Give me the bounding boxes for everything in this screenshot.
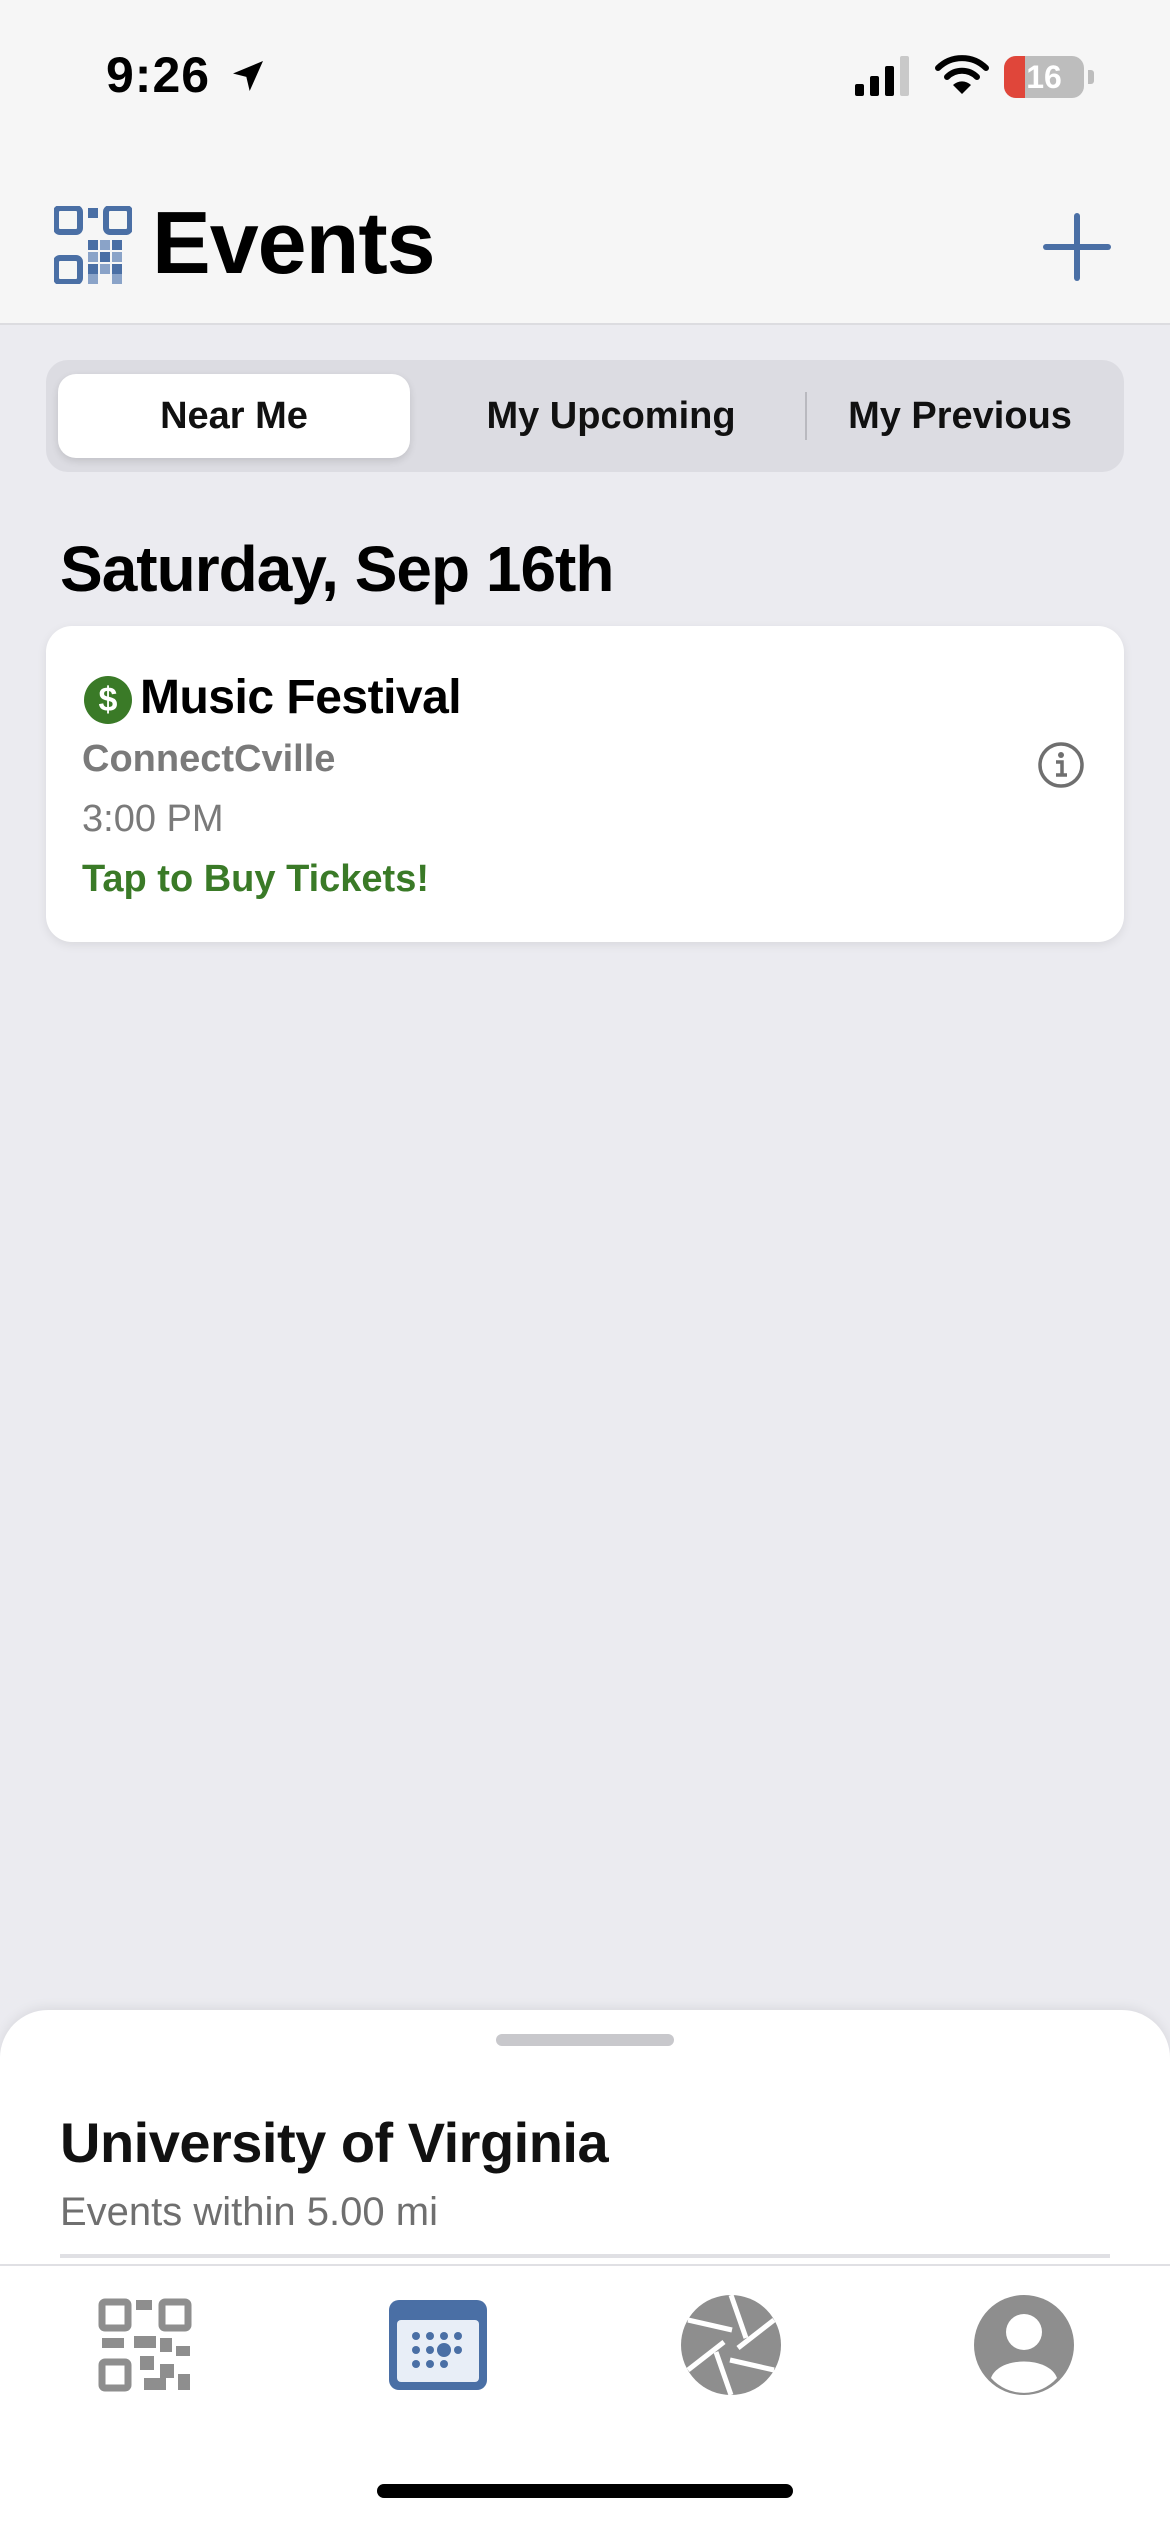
event-name: Music Festival bbox=[140, 671, 462, 724]
event-organizer: ConnectCville bbox=[82, 738, 336, 780]
home-indicator[interactable] bbox=[377, 2484, 793, 2498]
header-area: 9:26 16 Events bbox=[0, 0, 1170, 325]
battery-percent: 16 bbox=[1026, 59, 1062, 95]
battery-tip bbox=[1088, 70, 1094, 84]
camera-aperture-icon[interactable] bbox=[676, 2290, 786, 2400]
add-event-button[interactable] bbox=[1040, 210, 1114, 284]
sheet-grabber[interactable] bbox=[496, 2034, 674, 2046]
tab-my-upcoming[interactable]: My Upcoming bbox=[418, 374, 804, 458]
qr-code-icon[interactable] bbox=[90, 2290, 200, 2400]
segment-divider bbox=[805, 392, 807, 440]
tab-near-me[interactable]: Near Me bbox=[58, 374, 410, 458]
dollar-icon: $ bbox=[84, 676, 132, 724]
status-time: 9:26 bbox=[106, 47, 211, 103]
sheet-divider bbox=[60, 2254, 1110, 2258]
event-time: 3:00 PM bbox=[82, 798, 224, 840]
section-date-heading: Saturday, Sep 16th bbox=[60, 533, 614, 605]
location-title: University of Virginia bbox=[60, 2111, 609, 2174]
tab-my-previous[interactable]: My Previous bbox=[808, 374, 1112, 458]
info-icon[interactable] bbox=[1036, 740, 1086, 790]
location-arrow-icon bbox=[233, 61, 263, 91]
buy-tickets-link[interactable]: Tap to Buy Tickets! bbox=[82, 858, 429, 901]
calendar-icon[interactable] bbox=[383, 2290, 493, 2400]
profile-icon[interactable] bbox=[969, 2290, 1079, 2400]
qr-logo-icon bbox=[54, 206, 132, 284]
cellular-signal-icon bbox=[855, 56, 909, 96]
wifi-icon bbox=[935, 55, 989, 94]
events-filter-segmented-control: Near Me My Upcoming My Previous bbox=[46, 360, 1124, 472]
page-title: Events bbox=[152, 193, 436, 292]
battery-indicator: 16 bbox=[1004, 56, 1084, 98]
event-card[interactable]: $ Music Festival ConnectCville 3:00 PM T… bbox=[46, 626, 1124, 942]
location-radius: Events within 5.00 mi bbox=[60, 2190, 438, 2234]
